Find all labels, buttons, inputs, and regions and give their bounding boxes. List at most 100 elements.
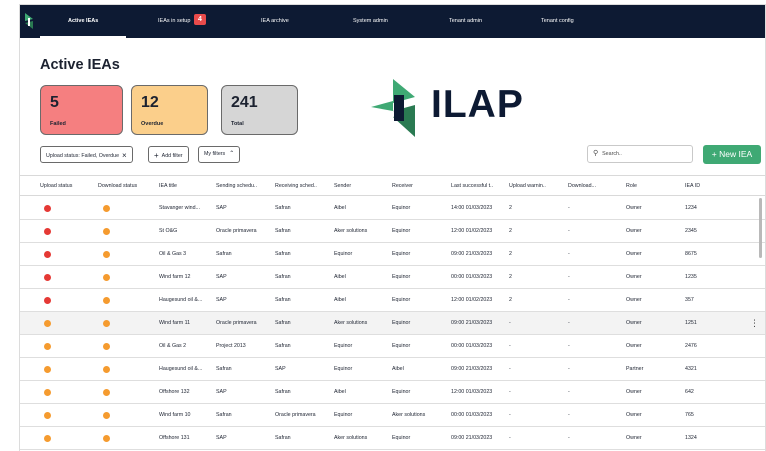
new-iea-button[interactable]: + New IEA bbox=[703, 145, 761, 164]
tab-active-ieas[interactable]: Active IEAs bbox=[40, 5, 127, 38]
cell-role: Owner bbox=[626, 320, 642, 326]
cell-sending-schedule: Safran bbox=[216, 251, 232, 257]
cell-iea-title: Oil & Gas 2 bbox=[159, 343, 187, 349]
remove-filter-icon[interactable]: × bbox=[122, 151, 127, 160]
cell-role: Owner bbox=[626, 205, 642, 211]
cell-iea-id: 1251 bbox=[685, 320, 697, 326]
cell-sending-schedule: SAP bbox=[216, 274, 227, 280]
cell-iea-title: Offshore 131 bbox=[159, 435, 190, 441]
tab-tenant-admin[interactable]: Tenant admin bbox=[449, 5, 482, 38]
cell-sending-schedule: Oracle primavera bbox=[216, 320, 257, 326]
tab-tenant-config[interactable]: Tenant config bbox=[541, 5, 574, 38]
cell-sender: Equinor bbox=[334, 366, 353, 372]
cell-iea-id: 642 bbox=[685, 389, 694, 395]
cell-iea-title: Haugesund oil &... bbox=[159, 297, 203, 303]
cell-receiving-schedule: Safran bbox=[275, 389, 291, 395]
col-iea-id[interactable]: IEA ID bbox=[685, 176, 700, 196]
cell-upload-warnings: 2 bbox=[509, 274, 512, 280]
cell-upload-warnings: 2 bbox=[509, 297, 512, 303]
tab-label: Tenant admin bbox=[449, 18, 483, 24]
total-stat-card[interactable]: 241 Total bbox=[221, 85, 298, 135]
col-sending-schedule[interactable]: Sending schedu.. bbox=[216, 176, 257, 196]
failed-label: Failed bbox=[50, 121, 66, 127]
cell-sender: Equinor bbox=[334, 251, 353, 257]
cell-last-successful: 09:00 21/03/2023 bbox=[451, 366, 493, 372]
col-receiving-schedule[interactable]: Receiving sched.. bbox=[275, 176, 317, 196]
upload-status-dot bbox=[44, 251, 51, 258]
tab-label: IEA archive bbox=[261, 18, 289, 24]
cell-download-warnings: - bbox=[568, 251, 570, 257]
new-iea-label: New IEA bbox=[719, 149, 753, 159]
cell-last-successful: 12:00 01/02/2023 bbox=[451, 228, 493, 234]
table-row[interactable]: Offshore 132 SAP Safran Aibel Equinor 12:00 0… bbox=[20, 381, 765, 404]
tab-system-admin[interactable]: System admin bbox=[353, 5, 388, 38]
col-sender[interactable]: Sender bbox=[334, 176, 351, 196]
tab-ieas-in-setup[interactable]: IEAs in setup 4 bbox=[158, 5, 206, 38]
cell-iea-id: 1234 bbox=[685, 205, 697, 211]
cell-download-warnings: - bbox=[568, 297, 570, 303]
cell-sender: Equinor bbox=[334, 343, 353, 349]
upload-status-dot bbox=[44, 320, 51, 327]
ilap-logo-icon[interactable] bbox=[24, 13, 34, 29]
add-filter-button[interactable]: + Add filter bbox=[148, 146, 189, 163]
col-last-successful[interactable]: Last successful t.. bbox=[451, 176, 493, 196]
cell-receiver: Equinor bbox=[392, 228, 411, 234]
tab-label: Tenant config bbox=[541, 18, 574, 24]
table-row[interactable]: St O&G Oracle primavera Safran Aker solutio… bbox=[20, 220, 765, 243]
cell-receiving-schedule: Safran bbox=[275, 320, 291, 326]
cell-iea-id: 2476 bbox=[685, 343, 697, 349]
active-filter-chip[interactable]: Upload status: Failed, Overdue × bbox=[40, 146, 133, 163]
cell-receiver: Equinor bbox=[392, 389, 411, 395]
overdue-label: Overdue bbox=[141, 121, 164, 127]
cell-role: Owner bbox=[626, 228, 642, 234]
table-row[interactable]: Haugesund oil &... Safran SAP Equinor Aibel 0… bbox=[20, 358, 765, 381]
cell-upload-warnings: - bbox=[509, 435, 511, 441]
cell-iea-id: 765 bbox=[685, 412, 694, 418]
table-row[interactable]: Oil & Gas 3 Safran Safran Equinor Equinor 09:… bbox=[20, 243, 765, 266]
failed-stat-card[interactable]: 5 Failed bbox=[40, 85, 123, 135]
table-row[interactable]: Stavanger wind... SAP Safran Aibel Equinor 14… bbox=[20, 197, 765, 220]
download-status-dot bbox=[103, 320, 110, 327]
cell-iea-title: Wind farm 12 bbox=[159, 274, 191, 280]
cell-role: Partner bbox=[626, 366, 644, 372]
cell-upload-warnings: 2 bbox=[509, 205, 512, 211]
table-scrollbar[interactable] bbox=[759, 198, 762, 258]
cell-receiver: Equinor bbox=[392, 205, 411, 211]
cell-iea-title: St O&G bbox=[159, 228, 178, 234]
table-row[interactable]: Wind farm 12 SAP Safran Aibel Equinor 00:00 0… bbox=[20, 266, 765, 289]
cell-iea-title: Stavanger wind... bbox=[159, 205, 200, 211]
col-iea-title[interactable]: IEA title bbox=[159, 176, 177, 196]
cell-role: Owner bbox=[626, 412, 642, 418]
cell-receiver: Equinor bbox=[392, 343, 411, 349]
plus-icon: + bbox=[154, 151, 159, 160]
table-row[interactable]: Haugesund oil &... SAP Safran Aibel Equinor 1… bbox=[20, 289, 765, 312]
table-row[interactable]: Wind farm 10 Safran Oracle primavera Equino… bbox=[20, 404, 765, 427]
cell-upload-warnings: - bbox=[509, 343, 511, 349]
cell-sender: Aker solutions bbox=[334, 228, 368, 234]
upload-status-dot bbox=[44, 274, 51, 281]
col-upload-status[interactable]: Upload status bbox=[40, 176, 72, 196]
table-row[interactable]: Wind farm 11 Oracle primavera Safran Aker s… bbox=[20, 312, 765, 335]
total-count: 241 bbox=[231, 94, 258, 111]
cell-sending-schedule: SAP bbox=[216, 205, 227, 211]
cell-receiving-schedule: Safran bbox=[275, 274, 291, 280]
overdue-stat-card[interactable]: 12 Overdue bbox=[131, 85, 208, 135]
my-filters-dropdown[interactable]: My filters ⌃ bbox=[198, 146, 241, 163]
search-input[interactable]: ⚲ Search.. bbox=[587, 145, 693, 163]
col-download-status[interactable]: Download status bbox=[98, 176, 137, 196]
row-menu-icon[interactable]: ⋮ bbox=[750, 312, 759, 335]
iea-table: Upload status Download status IEA title … bbox=[20, 175, 765, 450]
cell-role: Owner bbox=[626, 435, 642, 441]
col-receiver[interactable]: Receiver bbox=[392, 176, 413, 196]
cell-sending-schedule: Oracle primavera bbox=[216, 228, 257, 234]
table-row[interactable]: Oil & Gas 2 Project 2013 Safran Equinor Equi… bbox=[20, 335, 765, 358]
cell-last-successful: 00:00 01/03/2023 bbox=[451, 274, 493, 280]
cell-receiving-schedule: SAP bbox=[275, 366, 286, 372]
cell-iea-id: 4321 bbox=[685, 366, 697, 372]
col-upload-warnings[interactable]: Upload warnin.. bbox=[509, 176, 546, 196]
tab-iea-archive[interactable]: IEA archive bbox=[261, 5, 289, 38]
col-download-warnings[interactable]: Download... bbox=[568, 176, 596, 196]
col-role[interactable]: Role bbox=[626, 176, 637, 196]
cell-receiving-schedule: Safran bbox=[275, 251, 291, 257]
table-row[interactable]: Offshore 131 SAP Safran Aker solutions Equin… bbox=[20, 427, 765, 450]
